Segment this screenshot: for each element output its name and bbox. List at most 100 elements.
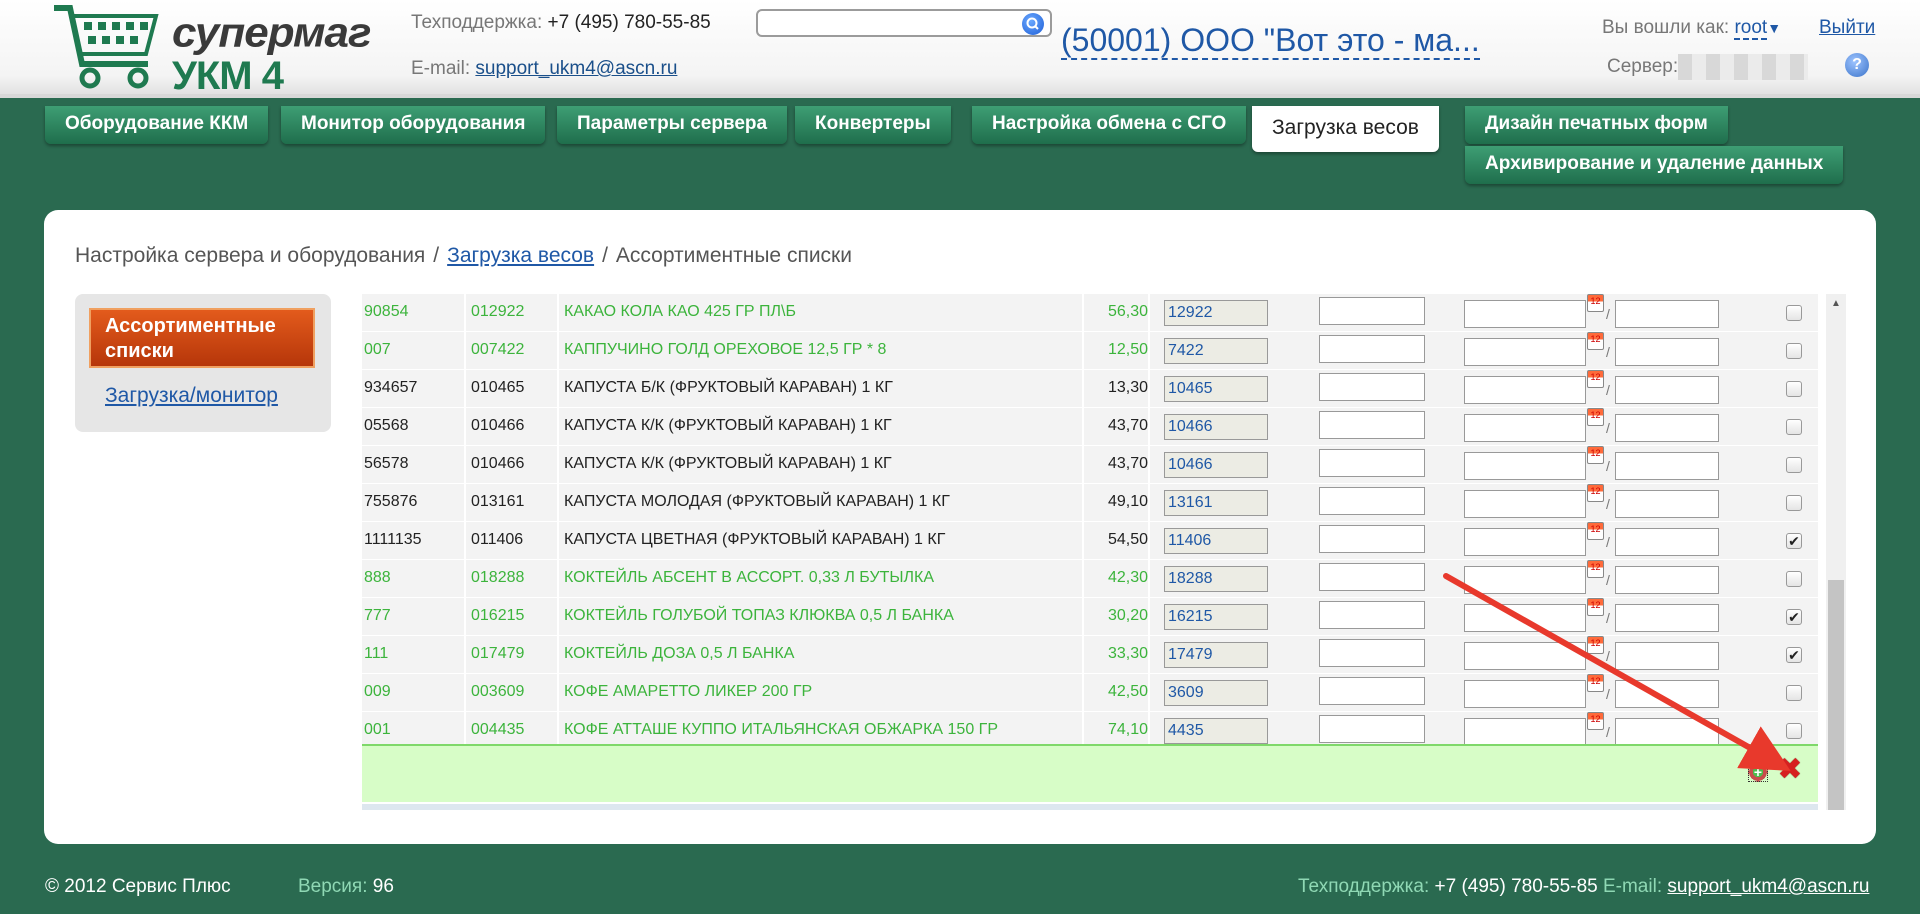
date-from-input[interactable] bbox=[1464, 642, 1586, 670]
row-checkbox[interactable]: ✔ bbox=[1786, 647, 1802, 663]
help-icon[interactable]: ? bbox=[1845, 53, 1869, 77]
date-from-input[interactable] bbox=[1464, 680, 1586, 708]
date-to-input[interactable] bbox=[1615, 680, 1719, 708]
value-input[interactable] bbox=[1319, 525, 1425, 553]
table-row[interactable]: 56578 010466 КАПУСТА К/К (ФРУКТОВЫЙ КАРАВА… bbox=[362, 446, 1818, 484]
table-row[interactable]: 111 017479 КОКТЕЙЛЬ ДОЗА 0,5 Л БАНКА 33,30 1… bbox=[362, 636, 1818, 674]
value-input[interactable] bbox=[1319, 449, 1425, 477]
table-row[interactable]: 888 018288 КОКТЕЙЛЬ АБСЕНТ В АССОРТ. 0,33 … bbox=[362, 560, 1818, 598]
table-row[interactable]: 755876 013161 КАПУСТА МОЛОДАЯ (ФРУКТОВЫЙ К… bbox=[362, 484, 1818, 522]
table-row[interactable]: 934657 010465 КАПУСТА Б/К (ФРУКТОВЫЙ КАРАВ… bbox=[362, 370, 1818, 408]
value-input[interactable] bbox=[1319, 411, 1425, 439]
date-to-input[interactable] bbox=[1615, 718, 1719, 746]
vertical-scrollbar[interactable]: ▲ ▼ bbox=[1826, 294, 1846, 810]
date-from-input[interactable] bbox=[1464, 300, 1586, 328]
value-input[interactable] bbox=[1319, 677, 1425, 705]
calendar-icon[interactable]: 12 bbox=[1587, 674, 1604, 692]
calendar-icon[interactable]: 12 bbox=[1587, 484, 1604, 502]
table-row[interactable]: 90854 012922 КАКАО КОЛА КАО 425 ГР ПЛ\Б 56,… bbox=[362, 294, 1818, 332]
tab-equipment[interactable]: Оборудование ККМ bbox=[45, 106, 269, 144]
date-from-input[interactable] bbox=[1464, 566, 1586, 594]
value-input[interactable] bbox=[1319, 335, 1425, 363]
value-input[interactable] bbox=[1319, 601, 1425, 629]
row-checkbox[interactable] bbox=[1786, 571, 1802, 587]
date-to-input[interactable] bbox=[1615, 490, 1719, 518]
value-input[interactable] bbox=[1319, 563, 1425, 591]
date-to-input[interactable] bbox=[1615, 566, 1719, 594]
row-checkbox[interactable]: ✔ bbox=[1786, 533, 1802, 549]
date-from-input[interactable] bbox=[1464, 338, 1586, 366]
plu-field[interactable]: 18288 bbox=[1164, 566, 1268, 592]
table-row[interactable]: 009 003609 КОФЕ АМАРЕТТО ЛИКЕР 200 ГР 42,50… bbox=[362, 674, 1818, 712]
date-to-input[interactable] bbox=[1615, 604, 1719, 632]
row-checkbox[interactable] bbox=[1786, 723, 1802, 739]
value-input[interactable] bbox=[1319, 297, 1425, 325]
plu-field[interactable]: 10466 bbox=[1164, 414, 1268, 440]
scroll-up-icon[interactable]: ▲ bbox=[1830, 298, 1842, 310]
plu-field[interactable]: 12922 bbox=[1164, 300, 1268, 326]
tab-print-design[interactable]: Дизайн печатных форм bbox=[1465, 106, 1728, 144]
date-from-input[interactable] bbox=[1464, 376, 1586, 404]
calendar-icon[interactable]: 12 bbox=[1587, 712, 1604, 730]
value-input[interactable] bbox=[1319, 639, 1425, 667]
row-checkbox[interactable] bbox=[1786, 381, 1802, 397]
plu-field[interactable]: 16215 bbox=[1164, 604, 1268, 630]
scroll-thumb[interactable] bbox=[1828, 580, 1844, 810]
tab-monitor[interactable]: Монитор оборудования bbox=[281, 106, 546, 144]
date-to-input[interactable] bbox=[1615, 300, 1719, 328]
table-row[interactable]: 1111135 011406 КАПУСТА ЦВЕТНАЯ (ФРУКТОВЫЙ … bbox=[362, 522, 1818, 560]
date-to-input[interactable] bbox=[1615, 642, 1719, 670]
logo[interactable]: супермаг УКМ 4 bbox=[52, 2, 372, 98]
calendar-icon[interactable]: 12 bbox=[1587, 408, 1604, 426]
date-to-input[interactable] bbox=[1615, 414, 1719, 442]
delete-icon[interactable]: ✖ bbox=[1776, 755, 1804, 785]
date-to-input[interactable] bbox=[1615, 528, 1719, 556]
row-checkbox[interactable] bbox=[1786, 419, 1802, 435]
table-row[interactable]: 777 016215 КОКТЕЙЛЬ ГОЛУБОЙ ТОПАЗ КЛЮКВА 0… bbox=[362, 598, 1818, 636]
value-input[interactable] bbox=[1319, 487, 1425, 515]
value-input[interactable] bbox=[1319, 715, 1425, 743]
plu-field[interactable]: 10466 bbox=[1164, 452, 1268, 478]
table-row[interactable]: 007 007422 КАППУЧИНО ГОЛД ОРЕХОВОЕ 12,5 ГР… bbox=[362, 332, 1818, 370]
user-dropdown[interactable]: root bbox=[1734, 17, 1768, 40]
row-checkbox[interactable] bbox=[1786, 685, 1802, 701]
search-input[interactable] bbox=[764, 12, 1014, 34]
sidebar-item-assortment[interactable]: Ассортиментные списки bbox=[89, 308, 315, 368]
date-from-input[interactable] bbox=[1464, 718, 1586, 746]
tab-archive[interactable]: Архивирование и удаление данных bbox=[1465, 146, 1844, 184]
tab-server-params[interactable]: Параметры сервера bbox=[557, 106, 788, 144]
plu-field[interactable]: 13161 bbox=[1164, 490, 1268, 516]
row-checkbox[interactable] bbox=[1786, 343, 1802, 359]
plu-field[interactable]: 3609 bbox=[1164, 680, 1268, 706]
calendar-icon[interactable]: 12 bbox=[1587, 522, 1604, 540]
date-from-input[interactable] bbox=[1464, 414, 1586, 442]
plu-field[interactable]: 7422 bbox=[1164, 338, 1268, 364]
table-row[interactable]: 05568 010466 КАПУСТА К/К (ФРУКТОВЫЙ КАРАВА… bbox=[362, 408, 1818, 446]
tab-converters[interactable]: Конвертеры bbox=[795, 106, 951, 144]
email-link[interactable]: support_ukm4@ascn.ru bbox=[475, 58, 677, 79]
row-checkbox[interactable] bbox=[1786, 457, 1802, 473]
tab-sgo-exchange[interactable]: Настройка обмена с СГО bbox=[972, 106, 1247, 144]
row-checkbox[interactable] bbox=[1786, 495, 1802, 511]
plu-field[interactable]: 17479 bbox=[1164, 642, 1268, 668]
calendar-icon[interactable]: 12 bbox=[1587, 332, 1604, 350]
row-checkbox[interactable]: ✔ bbox=[1786, 609, 1802, 625]
search-icon[interactable] bbox=[1022, 13, 1044, 35]
calendar-icon[interactable]: 12 bbox=[1587, 598, 1604, 616]
date-from-input[interactable] bbox=[1464, 490, 1586, 518]
calendar-icon[interactable]: 12 bbox=[1587, 294, 1604, 312]
add-icon[interactable]: + bbox=[1748, 762, 1768, 782]
date-to-input[interactable] bbox=[1615, 452, 1719, 480]
sidebar-item-upload-monitor[interactable]: Загрузка/монитор bbox=[105, 384, 278, 408]
tab-scales-upload[interactable]: Загрузка весов bbox=[1252, 106, 1439, 152]
plu-field[interactable]: 10465 bbox=[1164, 376, 1268, 402]
date-from-input[interactable] bbox=[1464, 604, 1586, 632]
organization-selector[interactable]: (50001) ООО "Вот это - ма... bbox=[1061, 22, 1480, 60]
logout-link[interactable]: Выйти bbox=[1819, 17, 1875, 39]
footer-email-link[interactable]: support_ukm4@ascn.ru bbox=[1667, 876, 1869, 897]
row-checkbox[interactable] bbox=[1786, 305, 1802, 321]
breadcrumb-link[interactable]: Загрузка весов bbox=[447, 244, 594, 267]
date-to-input[interactable] bbox=[1615, 376, 1719, 404]
calendar-icon[interactable]: 12 bbox=[1587, 636, 1604, 654]
caret-down-icon[interactable]: ▼ bbox=[1767, 20, 1781, 36]
